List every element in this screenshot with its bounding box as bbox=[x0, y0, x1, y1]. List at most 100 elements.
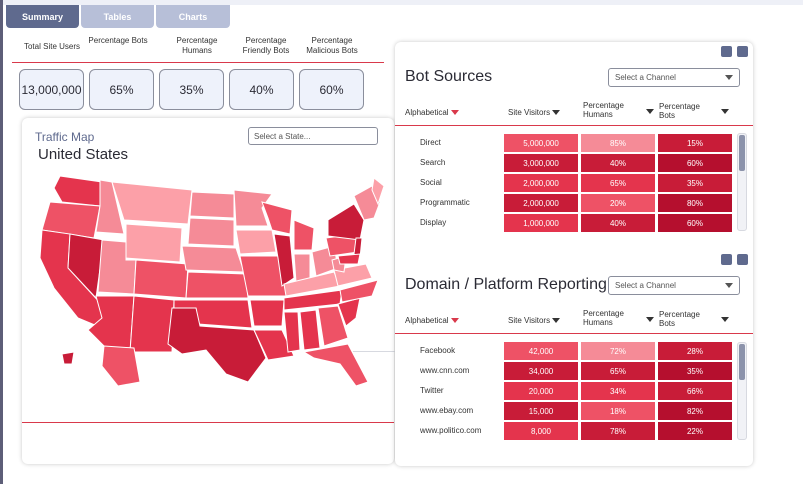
cell-bots: 80% bbox=[658, 194, 732, 212]
tab-summary[interactable]: Summary bbox=[6, 5, 79, 28]
col-header-alphabetical-label: Alphabetical bbox=[405, 316, 449, 325]
tab-charts[interactable]: Charts bbox=[156, 5, 230, 28]
state-wi bbox=[261, 201, 293, 235]
save-icon[interactable] bbox=[721, 46, 732, 57]
state-ks bbox=[185, 271, 249, 299]
col-header-humans-caret[interactable] bbox=[646, 315, 654, 324]
row-label: Display bbox=[420, 218, 447, 227]
col-header-bots[interactable]: Percentage Bots bbox=[659, 102, 705, 120]
bot-sources-channel-select[interactable]: Select a Channel bbox=[608, 68, 740, 87]
state-wa bbox=[53, 175, 103, 207]
cell-visitors: 8,000 bbox=[504, 422, 578, 440]
row-label: www.ebay.com bbox=[420, 406, 474, 415]
col-header-humans-label: Percentage Humans bbox=[583, 101, 624, 119]
col-header-alphabetical[interactable]: Alphabetical bbox=[405, 316, 459, 325]
row-label: Social bbox=[420, 178, 442, 187]
download-icon[interactable] bbox=[737, 46, 748, 57]
row-label: Twitter bbox=[420, 386, 444, 395]
cell-bots: 28% bbox=[658, 342, 732, 360]
bot-sources-channel-placeholder: Select a Channel bbox=[615, 73, 676, 82]
cell-humans: 72% bbox=[581, 342, 655, 360]
bot-sources-header-divider bbox=[395, 125, 753, 126]
cell-visitors: 2,000,000 bbox=[504, 194, 578, 212]
domain-channel-placeholder: Select a Channel bbox=[615, 281, 676, 290]
sort-caret-icon bbox=[646, 317, 654, 323]
download-icon[interactable] bbox=[737, 254, 748, 265]
row-label: www.politico.com bbox=[420, 426, 482, 435]
col-header-humans[interactable]: Percentage Humans bbox=[583, 101, 635, 119]
state-al bbox=[299, 309, 321, 351]
col-header-humans-label: Percentage Humans bbox=[583, 309, 624, 327]
col-header-bots-caret[interactable] bbox=[721, 107, 729, 116]
state-ar bbox=[249, 299, 285, 327]
sort-caret-icon bbox=[721, 317, 729, 323]
state-sd bbox=[187, 217, 235, 247]
cell-humans: 40% bbox=[581, 214, 655, 232]
traffic-map-title: Traffic Map bbox=[35, 130, 95, 144]
row-label: Facebook bbox=[420, 346, 456, 355]
scrollbar-thumb[interactable] bbox=[739, 135, 745, 171]
cell-bots: 82% bbox=[658, 402, 732, 420]
state-co bbox=[133, 259, 189, 299]
map-country-label: United States bbox=[38, 146, 129, 163]
cell-bots: 60% bbox=[658, 214, 732, 232]
domain-channel-select[interactable]: Select a Channel bbox=[608, 276, 740, 295]
cell-bots: 66% bbox=[658, 382, 732, 400]
tab-tables[interactable]: Tables bbox=[81, 5, 154, 28]
metric-total-users: 13,000,000 bbox=[19, 69, 84, 110]
tab-bar: Summary Tables Charts bbox=[6, 5, 230, 28]
metric-header-friendly-bots: Percentage Friendly Bots bbox=[242, 36, 290, 55]
domain-reporting-title: Domain / Platform Reporting bbox=[405, 276, 607, 293]
col-header-site-visitors[interactable]: Site Visitors bbox=[508, 316, 561, 325]
cell-bots: 22% bbox=[658, 422, 732, 440]
chevron-down-icon bbox=[725, 75, 733, 80]
state-mi bbox=[293, 219, 315, 251]
state-md bbox=[337, 253, 361, 265]
state-ne bbox=[181, 245, 245, 273]
cell-humans: 65% bbox=[581, 362, 655, 380]
cell-bots: 35% bbox=[658, 362, 732, 380]
col-header-humans-caret[interactable] bbox=[646, 107, 654, 116]
col-header-site-visitors[interactable]: Site Visitors bbox=[508, 108, 561, 117]
cell-humans: 78% bbox=[581, 422, 655, 440]
cell-humans: 85% bbox=[581, 134, 655, 152]
domain-header-divider bbox=[395, 333, 753, 334]
state-mt bbox=[111, 181, 193, 225]
sort-caret-icon bbox=[552, 318, 561, 324]
state-ak bbox=[101, 345, 141, 387]
cell-humans: 40% bbox=[581, 154, 655, 172]
save-icon[interactable] bbox=[721, 254, 732, 265]
col-header-alphabetical-label: Alphabetical bbox=[405, 108, 449, 117]
scrollbar-thumb[interactable] bbox=[739, 344, 745, 380]
us-map[interactable] bbox=[22, 168, 387, 388]
state-nm bbox=[129, 295, 175, 353]
domain-scrollbar[interactable] bbox=[737, 342, 747, 440]
metric-header-total-users: Total Site Users bbox=[23, 42, 81, 51]
col-header-bots-caret[interactable] bbox=[721, 315, 729, 324]
sort-caret-icon bbox=[721, 109, 729, 115]
cell-humans: 65% bbox=[581, 174, 655, 192]
bot-sources-scrollbar[interactable] bbox=[737, 133, 747, 231]
col-header-site-visitors-label: Site Visitors bbox=[508, 108, 551, 117]
cell-visitors: 20,000 bbox=[504, 382, 578, 400]
row-label: Direct bbox=[420, 138, 441, 147]
bot-sources-title: Bot Sources bbox=[405, 68, 493, 85]
col-header-alphabetical[interactable]: Alphabetical bbox=[405, 108, 459, 117]
state-select[interactable]: Select a State... bbox=[248, 127, 378, 145]
metric-humans: 35% bbox=[159, 69, 224, 110]
col-header-bots[interactable]: Percentage Bots bbox=[659, 310, 705, 328]
metric-divider bbox=[12, 62, 384, 63]
col-header-bots-label: Percentage Bots bbox=[659, 310, 700, 328]
state-wy bbox=[125, 223, 183, 263]
cell-visitors: 42,000 bbox=[504, 342, 578, 360]
col-header-humans[interactable]: Percentage Humans bbox=[583, 309, 635, 327]
cell-visitors: 34,000 bbox=[504, 362, 578, 380]
cell-bots: 60% bbox=[658, 154, 732, 172]
sort-caret-icon bbox=[450, 110, 459, 116]
cell-humans: 34% bbox=[581, 382, 655, 400]
col-header-site-visitors-label: Site Visitors bbox=[508, 316, 551, 325]
state-nd bbox=[189, 191, 235, 219]
metric-bots: 65% bbox=[89, 69, 154, 110]
cell-humans: 18% bbox=[581, 402, 655, 420]
map-bottom-divider bbox=[22, 422, 394, 423]
